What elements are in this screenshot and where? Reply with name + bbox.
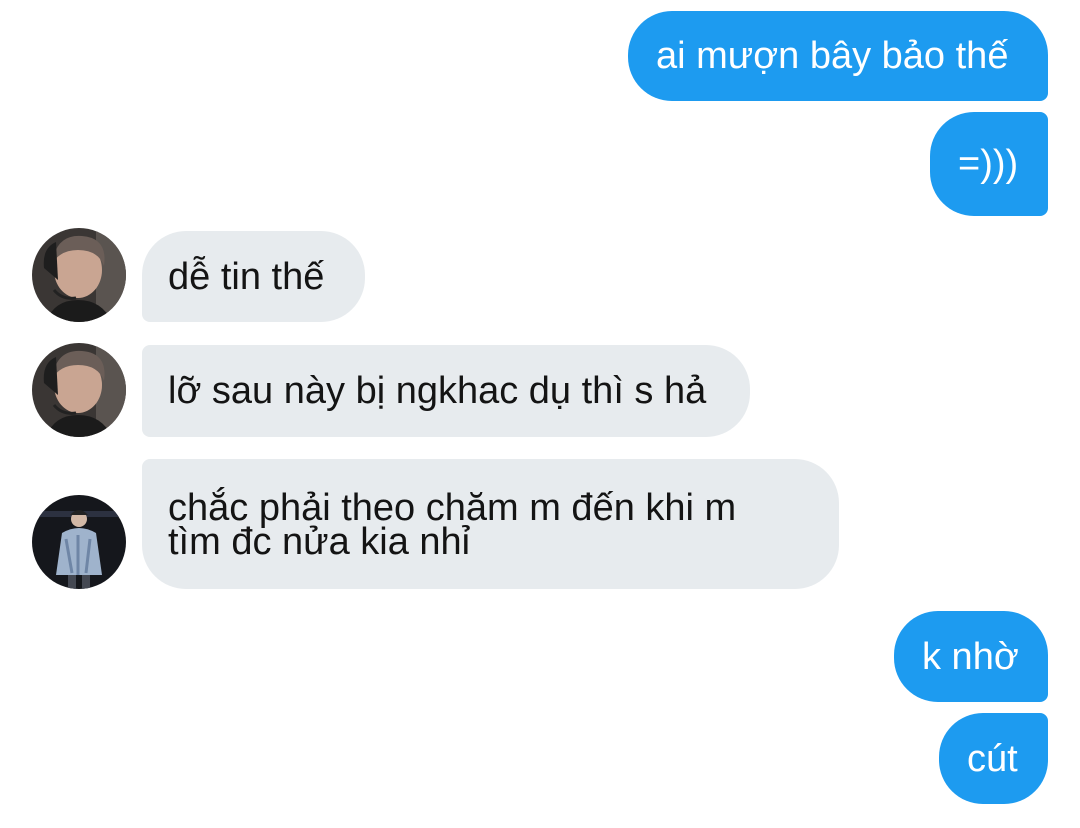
- incoming-message-bubble[interactable]: dễ tin thế: [142, 231, 365, 322]
- message-text: chắc phải theo chăm m đến khi m tìm đc n…: [168, 487, 737, 563]
- outgoing-message-bubble[interactable]: k nhờ: [894, 611, 1048, 702]
- outgoing-message-bubble[interactable]: ai mượn bây bảo thế: [628, 11, 1048, 101]
- message-text: lỡ sau này bị ngkhac dụ thì s hả: [168, 370, 707, 412]
- incoming-message-bubble[interactable]: lỡ sau này bị ngkhac dụ thì s hả: [142, 345, 750, 437]
- message-text: ai mượn bây bảo thế: [656, 35, 1009, 77]
- message-text: cút: [967, 737, 1018, 780]
- incoming-message-bubble[interactable]: chắc phải theo chăm m đến khi m tìm đc n…: [142, 459, 839, 589]
- message-text: =))): [958, 143, 1019, 185]
- avatar-user-a-image: [32, 228, 126, 322]
- avatar-user-b-image: [32, 495, 126, 589]
- avatar-user-a-image: [32, 343, 126, 437]
- message-text: dễ tin thế: [168, 255, 325, 298]
- message-text: k nhờ: [922, 635, 1019, 678]
- avatar-user-a[interactable]: [32, 228, 126, 322]
- outgoing-message-bubble[interactable]: cút: [939, 713, 1048, 804]
- outgoing-message-bubble[interactable]: =))): [930, 112, 1048, 216]
- avatar-user-b[interactable]: [32, 495, 126, 589]
- avatar-user-a[interactable]: [32, 343, 126, 437]
